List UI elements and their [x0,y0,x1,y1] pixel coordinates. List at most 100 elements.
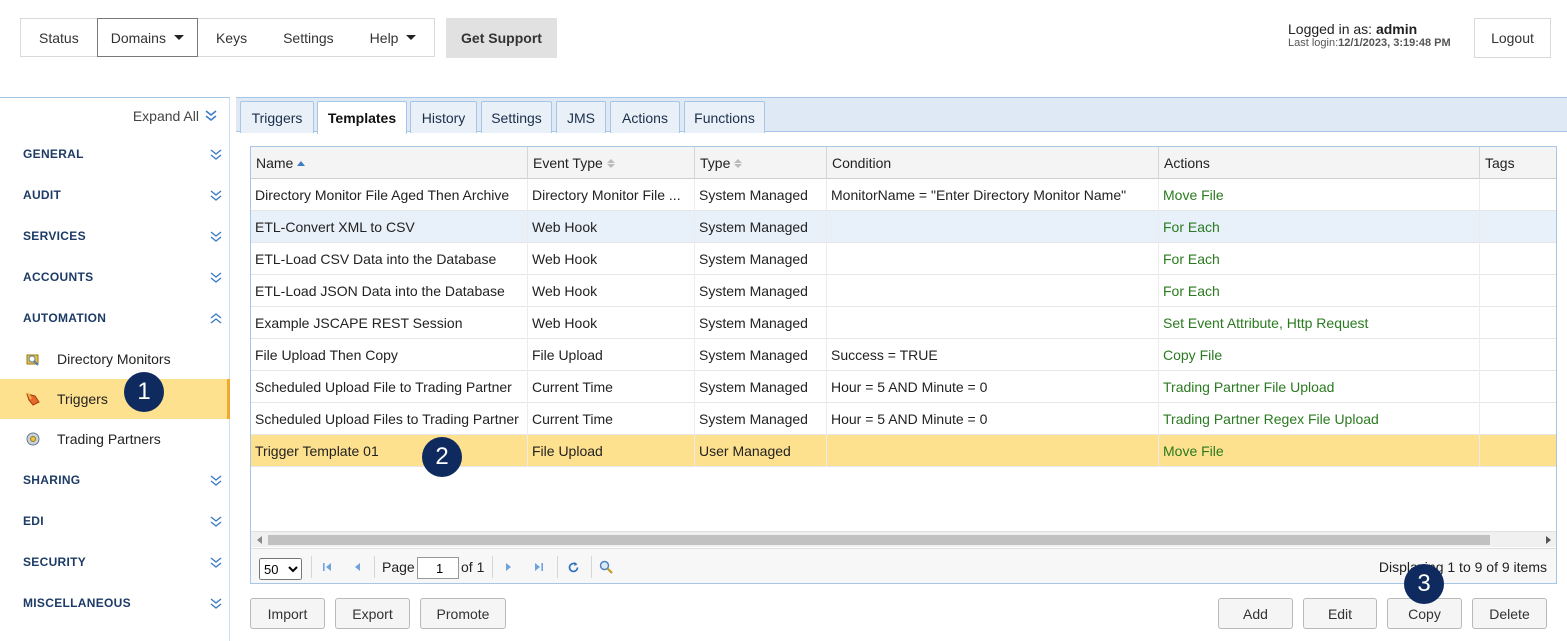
tab-templates[interactable]: Templates [317,101,407,134]
table-row[interactable]: Example JSCAPE REST Session Web Hook Syste… [251,307,1556,339]
next-page-icon[interactable] [501,559,517,575]
sidebar-section-automation[interactable]: AUTOMATION [0,303,230,333]
get-support-button[interactable]: Get Support [446,18,557,58]
cell-condition: Hour = 5 AND Minute = 0 [827,403,1159,435]
expand-all-button[interactable]: Expand All [133,108,217,124]
search-icon[interactable] [598,559,614,575]
tab-actions[interactable]: Actions [610,101,680,133]
double-chevron-down-icon [210,272,222,283]
sidebar: Expand All GENERAL AUDIT SERVICES ACCOUN… [0,97,230,641]
sidebar-section-edi[interactable]: EDI [0,506,230,536]
cell-actions[interactable]: Copy File [1159,339,1480,371]
add-button[interactable]: Add [1218,598,1293,629]
scroll-right-icon[interactable] [1546,536,1551,544]
column-header-event-type[interactable]: Event Type [528,147,695,179]
column-header-type[interactable]: Type [695,147,827,179]
sidebar-section-accounts[interactable]: ACCOUNTS [0,262,230,292]
scroll-left-icon[interactable] [257,536,262,544]
refresh-icon[interactable] [565,559,581,575]
import-button[interactable]: Import [250,598,325,629]
cell-event-type: Web Hook [528,275,695,307]
pager: 50 Page of 1 Displaying 1 to 9 of 9 item… [251,548,1556,583]
tab-history[interactable]: History [410,101,477,133]
sidebar-section-miscellaneous[interactable]: MISCELLANEOUS [0,588,230,618]
cell-actions[interactable]: For Each [1159,211,1480,243]
cell-name: File Upload Then Copy [251,339,528,371]
prev-page-icon[interactable] [349,559,365,575]
logout-button[interactable]: Logout [1474,18,1551,58]
cell-actions[interactable]: Move File [1159,179,1480,211]
sidebar-item-triggers[interactable]: Triggers [0,379,230,419]
nav-settings[interactable]: Settings [265,19,352,56]
nav-help[interactable]: Help [352,19,435,56]
cell-name: ETL-Load CSV Data into the Database [251,243,528,275]
cell-actions[interactable]: Set Event Attribute, Http Request [1159,307,1480,339]
double-chevron-down-icon [210,190,222,201]
nav-domains[interactable]: Domains [96,18,198,57]
table-row[interactable]: Directory Monitor File Aged Then Archive… [251,179,1556,211]
sidebar-section-general[interactable]: GENERAL [0,139,230,169]
nav-help-label: Help [369,29,399,46]
sort-icon [606,158,615,168]
cell-event-type: Current Time [528,403,695,435]
pager-divider [557,556,558,578]
cell-tags [1480,275,1556,307]
page-size-select[interactable]: 50 [259,558,302,580]
column-header-tags[interactable]: Tags [1480,147,1556,179]
expand-all-label: Expand All [132,108,199,124]
last-page-icon[interactable] [531,559,547,575]
templates-grid: Name Event Type Type Condition Actions T… [250,146,1557,584]
sidebar-item-directory-monitors[interactable]: Directory Monitors [0,339,230,379]
cell-condition [827,243,1159,275]
page-number-input[interactable] [417,557,459,579]
tab-settings[interactable]: Settings [481,101,552,133]
pager-divider [311,556,312,578]
double-chevron-down-icon [205,110,217,122]
cell-tags [1480,243,1556,275]
cell-event-type: Directory Monitor File ... [528,179,695,211]
cell-type: System Managed [695,275,827,307]
sort-icon [734,158,743,168]
column-header-condition[interactable]: Condition [827,147,1159,179]
cell-tags [1480,211,1556,243]
grid-header: Name Event Type Type Condition Actions T… [251,147,1556,179]
tab-functions[interactable]: Functions [684,101,765,133]
delete-button[interactable]: Delete [1472,598,1547,629]
sidebar-section-services[interactable]: SERVICES [0,221,230,251]
cell-actions[interactable]: Move File [1159,435,1480,467]
tab-triggers[interactable]: Triggers [240,101,314,133]
cell-actions[interactable]: Trading Partner Regex File Upload [1159,403,1480,435]
column-label: Condition [832,155,892,171]
cell-event-type: Web Hook [528,307,695,339]
nav-status[interactable]: Status [21,19,97,56]
nav-domains-label: Domains [110,29,166,46]
nav-keys[interactable]: Keys [198,19,265,56]
cell-name: Scheduled Upload File to Trading Partner [251,371,528,403]
edit-button[interactable]: Edit [1303,598,1377,629]
sidebar-item-trading-partners[interactable]: Trading Partners [0,419,230,459]
cell-actions[interactable]: For Each [1159,243,1480,275]
sidebar-section-sharing[interactable]: SHARING [0,465,230,495]
table-row[interactable]: ETL-Load CSV Data into the Database Web H… [251,243,1556,275]
sidebar-section-security[interactable]: SECURITY [0,547,230,577]
promote-button[interactable]: Promote [420,598,506,629]
cell-actions[interactable]: Trading Partner File Upload [1159,371,1480,403]
logged-in-prefix: Logged in as: [1288,21,1376,37]
export-button[interactable]: Export [335,598,410,629]
table-row[interactable]: ETL-Convert XML to CSV Web Hook System Man… [251,211,1556,243]
column-header-name[interactable]: Name [251,147,528,179]
scrollbar-thumb[interactable] [268,535,1490,545]
first-page-icon[interactable] [319,559,335,575]
sidebar-section-audit[interactable]: AUDIT [0,180,230,210]
table-row[interactable]: Scheduled Upload File to Trading Partner… [251,371,1556,403]
column-header-actions[interactable]: Actions [1159,147,1480,179]
table-row[interactable]: File Upload Then Copy File Upload System M… [251,339,1556,371]
section-label: AUDIT [23,188,62,202]
tab-jms[interactable]: JMS [556,101,606,133]
cell-type: System Managed [695,243,827,275]
table-row[interactable]: ETL-Load JSON Data into the Database Web … [251,275,1556,307]
table-row[interactable]: Scheduled Upload Files to Trading Partne… [251,403,1556,435]
cell-actions[interactable]: For Each [1159,275,1480,307]
horizontal-scrollbar[interactable] [251,531,1556,547]
display-count: Displaying 1 to 9 of 9 items [1378,559,1547,575]
